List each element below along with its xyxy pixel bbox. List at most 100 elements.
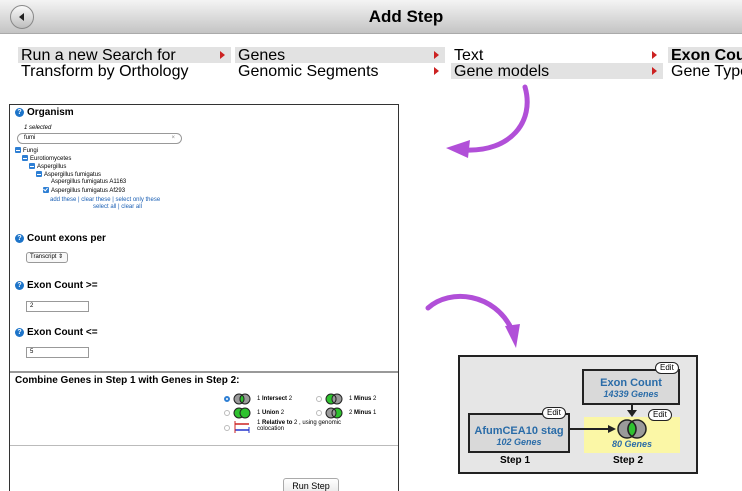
help-icon[interactable]: ? xyxy=(15,108,24,117)
clear-icon[interactable]: × xyxy=(171,134,175,143)
option-intersect[interactable]: 1 Intersect 2 xyxy=(224,393,292,405)
relative-label: 1 Relative to 2 , using genomic colocatio… xyxy=(257,420,341,432)
tree-item-af293[interactable]: Aspergillus fumigatus Af293 xyxy=(43,187,125,194)
checkbox[interactable] xyxy=(29,163,35,169)
exon-max-input[interactable]: 5 xyxy=(26,347,89,358)
select-arrows-icon: ⇕ xyxy=(58,254,64,260)
chevron-right-icon xyxy=(652,51,657,59)
checkbox[interactable] xyxy=(22,155,28,161)
op-name: Minus xyxy=(354,410,372,416)
tree-item-aspergillus-fumigatus[interactable]: Aspergillus fumigatus xyxy=(36,171,101,178)
step2-name: Exon Count xyxy=(600,377,662,389)
venn-minus-icon xyxy=(325,393,343,405)
tree-label: Eurotiomycetes xyxy=(30,156,72,162)
exon-max-heading: ? Exon Count <= xyxy=(15,327,98,338)
edit-step2-search-button[interactable]: Edit xyxy=(655,362,679,374)
chevron-right-icon xyxy=(434,67,439,75)
step-connector-arrows xyxy=(570,425,616,433)
run-step-button[interactable]: Run Step xyxy=(283,478,339,491)
option-relative[interactable]: 1 Relative to 2 , using genomic colocatio… xyxy=(224,420,341,434)
menu-item-label: Transform by Orthology xyxy=(21,63,189,80)
step1-name: AfumCEA10 stag xyxy=(474,425,564,437)
checkbox[interactable] xyxy=(15,147,21,153)
divider xyxy=(10,445,398,446)
tree-label: Aspergillus fumigatus xyxy=(44,172,102,178)
menu-item-label: Text xyxy=(454,47,484,64)
op-name: Minus xyxy=(354,396,372,402)
divider xyxy=(10,371,398,373)
organism-search-input[interactable]: fumi × xyxy=(17,133,182,144)
menu-item-run-new-search[interactable]: Run a new Search for xyxy=(18,47,231,64)
op-line2: colocation xyxy=(257,426,285,432)
help-icon[interactable]: ? xyxy=(15,234,24,243)
tree-action-links[interactable]: add these | clear these | select only th… xyxy=(50,197,160,203)
radio-intersect[interactable] xyxy=(224,396,230,402)
step2-count: 14339 Genes xyxy=(603,389,659,399)
edit-combined-step-button[interactable]: Edit xyxy=(648,409,672,421)
tree-label: Aspergillus xyxy=(37,164,67,170)
tree-item-fungi[interactable]: Fungi xyxy=(15,147,38,154)
strategy-panel: Exon Count 14339 Genes Edit 80 Genes Edi… xyxy=(458,355,698,474)
menu-item-label: Exon Count xyxy=(671,47,742,64)
exon-min-input[interactable]: 2 xyxy=(26,301,89,312)
checkbox[interactable] xyxy=(36,171,42,177)
menu-item-label: Gene Type xyxy=(671,63,742,80)
help-icon[interactable]: ? xyxy=(15,281,24,290)
venn-intersect-icon xyxy=(617,419,647,439)
down-arrow-icon xyxy=(627,403,637,417)
help-icon[interactable]: ? xyxy=(15,328,24,337)
menu-item-exon-count[interactable]: Exon Count xyxy=(668,47,742,64)
count-exons-title: Count exons per xyxy=(27,233,106,244)
option-minus[interactable]: 1 Minus 2 xyxy=(316,393,376,405)
exon-min-heading: ? Exon Count >= xyxy=(15,280,98,291)
op-name: Intersect xyxy=(262,396,288,402)
count-exons-select[interactable]: Transcript ⇕ xyxy=(26,252,68,263)
option-union[interactable]: 1 Union 2 xyxy=(224,407,284,419)
curved-arrow-icon xyxy=(425,293,520,348)
header-bar: Add Step xyxy=(0,0,742,34)
option-minus-reverse[interactable]: 2 Minus 1 xyxy=(316,407,376,419)
combine-heading: Combine Genes in Step 1 with Genes in St… xyxy=(15,375,240,386)
menu-item-label: Genomic Segments xyxy=(238,63,379,80)
exon-min-title: Exon Count >= xyxy=(27,280,98,291)
radio-union[interactable] xyxy=(224,410,230,416)
step2-search-box[interactable]: Exon Count 14339 Genes xyxy=(582,369,680,405)
op-post: 2 xyxy=(280,410,285,416)
menu-item-gene-models[interactable]: Gene models xyxy=(451,63,663,80)
op-post: 2 xyxy=(288,396,293,402)
op-post: 2 xyxy=(373,396,377,402)
selected-count: 1 selected xyxy=(24,125,52,131)
menu-item-transform-orthology[interactable]: Transform by Orthology xyxy=(18,63,231,80)
radio-minus[interactable] xyxy=(316,396,322,402)
menu-item-label: Genes xyxy=(238,47,286,64)
tree-item-aspergillus[interactable]: Aspergillus xyxy=(29,163,66,170)
edit-step1-button[interactable]: Edit xyxy=(542,407,566,419)
step1-search-box[interactable]: AfumCEA10 stag 102 Genes xyxy=(468,413,570,453)
op-pre: 1 xyxy=(257,410,261,416)
menu-item-label: Run a new Search for xyxy=(21,47,176,64)
tree-item-eurotiomycetes[interactable]: Eurotiomycetes xyxy=(22,155,71,162)
tree-item-a1163[interactable]: Aspergillus fumigatus A1163 xyxy=(51,179,126,185)
venn-union-icon xyxy=(233,407,251,419)
radio-minus-reverse[interactable] xyxy=(316,410,322,416)
venn-minus-reverse-icon xyxy=(325,407,343,419)
search-value: fumi xyxy=(24,135,36,141)
op-pre: 2 xyxy=(349,410,353,416)
radio-relative[interactable] xyxy=(224,425,230,431)
menu-item-genomic-segments[interactable]: Genomic Segments xyxy=(235,63,445,80)
op-post: 1 xyxy=(373,410,377,416)
step1-label: Step 1 xyxy=(500,455,531,466)
menu-item-gene-type[interactable]: Gene Type xyxy=(668,63,742,80)
page-title: Add Step xyxy=(368,7,444,26)
op-pre: 1 xyxy=(349,396,353,402)
checkbox[interactable] xyxy=(43,187,49,193)
menu-item-text[interactable]: Text xyxy=(451,47,663,64)
menu-item-label: Gene models xyxy=(454,63,550,80)
tree-label: Aspergillus fumigatus Af293 xyxy=(51,188,126,194)
step1-count: 102 Genes xyxy=(496,437,542,447)
menu-item-genes[interactable]: Genes xyxy=(235,47,445,64)
op-name: Union xyxy=(262,410,280,416)
select-all-links[interactable]: select all | clear all xyxy=(93,204,142,210)
curved-arrow-icon xyxy=(446,84,530,158)
organism-heading: ? Organism xyxy=(15,107,74,118)
